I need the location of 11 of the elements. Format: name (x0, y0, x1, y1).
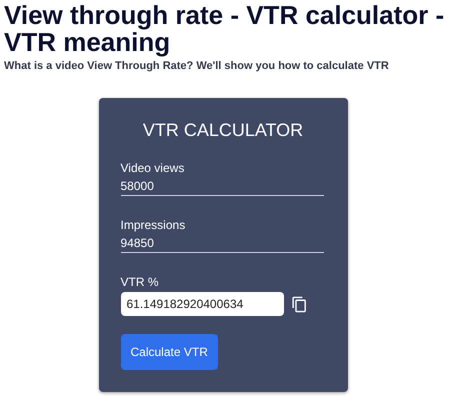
input-field[interactable]: 94850 (120, 235, 324, 253)
page-heading: View through rate - VTR calculator - VTR meaning (4, 2, 446, 56)
field-label: VTR % (120, 275, 159, 289)
page-subtitle: What is a video View Through Rate? We'll show you how to calculate VTR (4, 60, 390, 72)
field-label: Impressions (120, 218, 186, 232)
input-field[interactable]: 58000 (120, 178, 324, 196)
calculator-title: VTR CALCULATOR (142, 120, 304, 141)
copy-icon[interactable] (290, 296, 308, 312)
calculate-button[interactable]: Calculate VTR (120, 334, 218, 370)
field-label: Video views (120, 161, 184, 175)
result-field[interactable]: 61.149182920400634 (120, 292, 284, 316)
